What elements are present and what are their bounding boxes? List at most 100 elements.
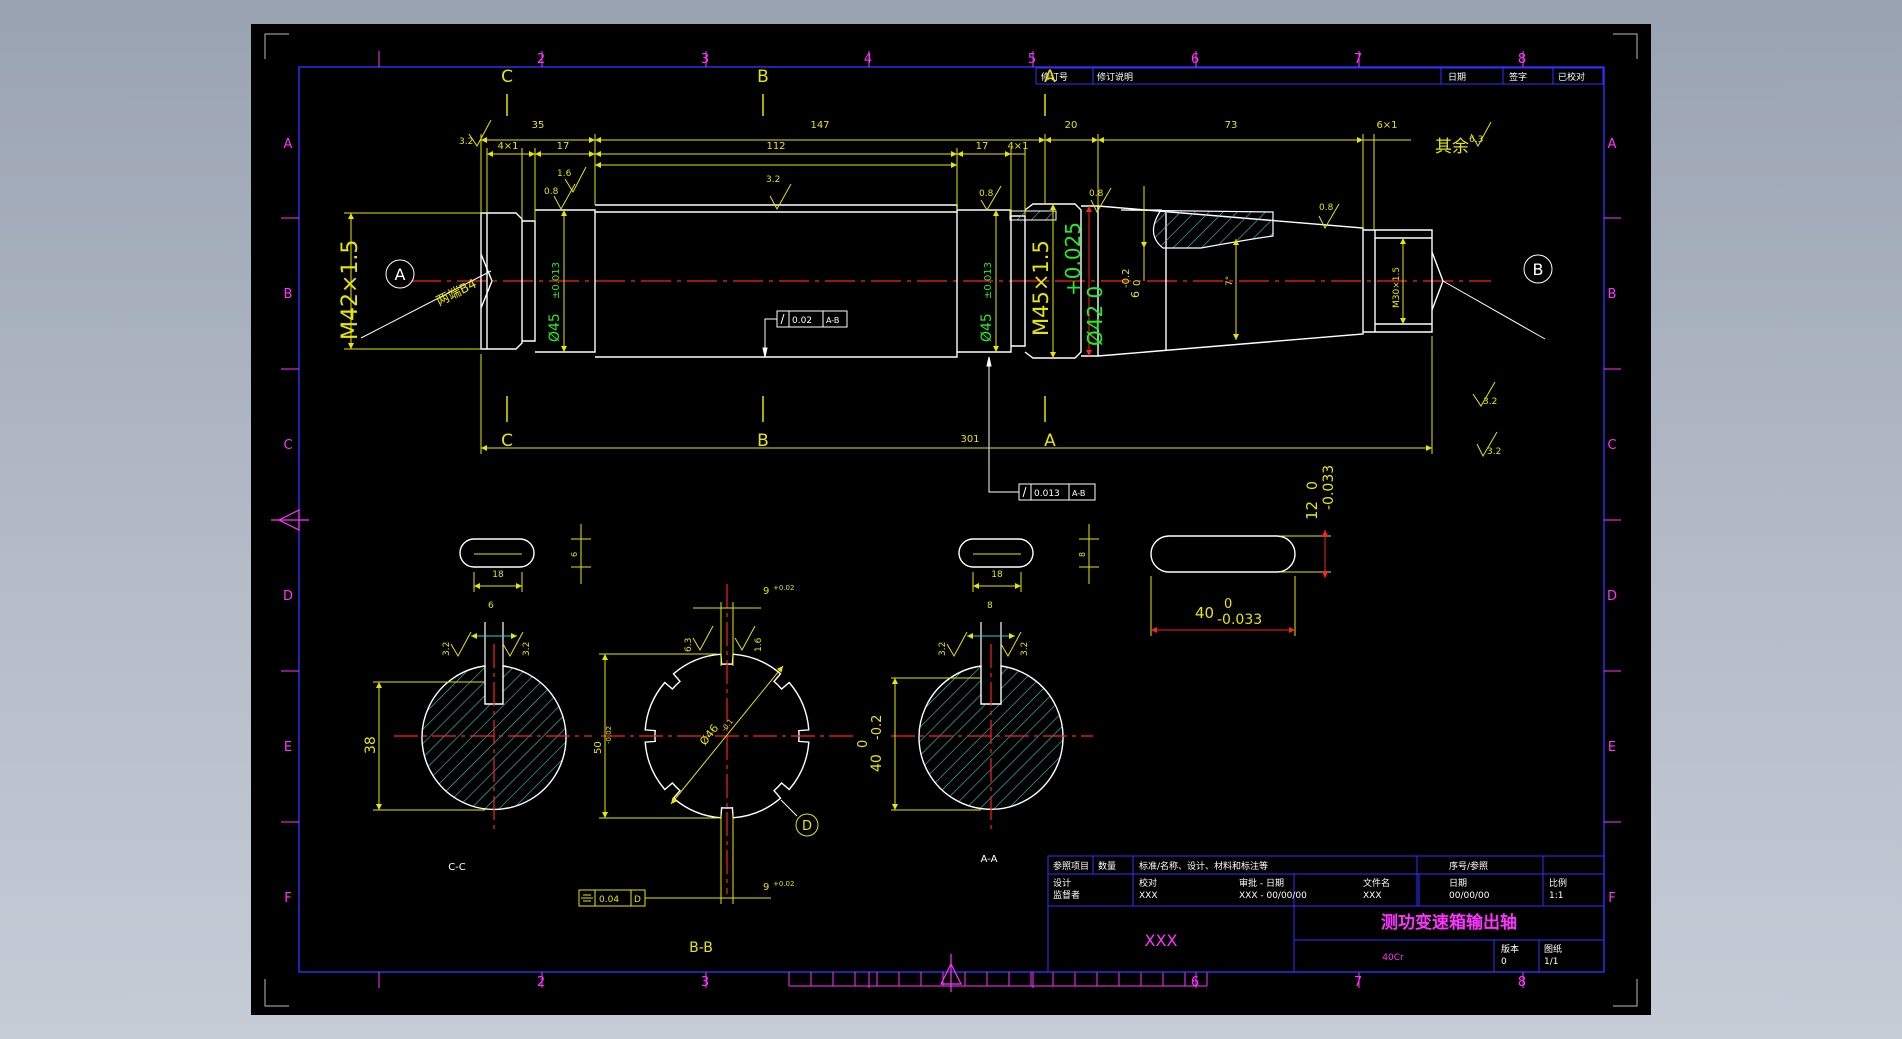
tol45-left: ±0.013 — [551, 262, 562, 299]
title-value: 0 — [1501, 957, 1507, 967]
dim-6x1: 6×1 — [1376, 120, 1397, 131]
section-label-bb: B-B — [689, 940, 713, 956]
spline-bottom-width: 9 — [763, 882, 769, 893]
roughness-3.2: 3.2 — [459, 137, 473, 147]
title-value: 日期 — [1449, 878, 1467, 889]
spline-width: 9 — [763, 586, 769, 597]
roughness-3.2: 3.2 — [1487, 447, 1501, 457]
dim-73: 73 — [1225, 120, 1238, 131]
symmetry-tolerance: 0.04 — [599, 895, 619, 905]
title-header: 数量 — [1098, 860, 1116, 872]
section-label-cc: C-C — [448, 862, 466, 873]
title-value: 00/00/00 — [1449, 891, 1490, 901]
dia42-lower: Ø42 0 — [1083, 286, 1107, 346]
crop-marks — [264, 33, 1638, 1007]
section-cc: 18 6 6 3.2 3.2 38 C-C — [363, 524, 592, 873]
title-row: 设计 — [1053, 877, 1071, 889]
title-header: 标准/名称、设计、材料和标注等 — [1139, 860, 1268, 872]
roughness-1.6: 1.6 — [754, 637, 764, 652]
taper-dim-zero: 0 — [1132, 280, 1143, 286]
roughness-6.3: 6.3 — [1469, 135, 1483, 145]
dim-20: 20 — [1065, 120, 1078, 131]
roughness-3.2: 3.2 — [766, 175, 780, 185]
revision-col: 签字 — [1509, 71, 1527, 83]
roughness-6.3: 6.3 — [684, 638, 694, 652]
runout-datum: A-B — [1072, 489, 1085, 498]
drawing-frame — [298, 66, 1605, 973]
symmetry-datum: D — [634, 895, 641, 905]
dim-4x1-left: 4×1 — [497, 141, 518, 152]
row-label: A — [284, 137, 293, 152]
section-marker-c: C — [501, 67, 513, 87]
taper-angle: 7° — [1225, 276, 1235, 286]
col-label: 2 — [537, 52, 545, 67]
tol42-upper: +0.025 — [1061, 222, 1085, 296]
section-depth: 40 — [869, 754, 885, 772]
title-value: 1:1 — [1549, 891, 1563, 901]
dim-4x1-right: 4×1 — [1007, 141, 1028, 152]
taper-dim-6: 6 — [1129, 291, 1142, 298]
roughness-3.2: 3.2 — [938, 642, 948, 656]
col-label: 3 — [701, 975, 709, 990]
dim-147: 147 — [810, 120, 829, 131]
col-label: 6 — [1191, 975, 1199, 990]
runout-datum: A-B — [826, 316, 839, 325]
key-length-tol: -0.033 — [1217, 612, 1262, 628]
key-width-zero: 0 — [1305, 481, 1321, 490]
frame-ticks — [281, 51, 1621, 988]
thread-m45-label: M45×1.5 — [1029, 240, 1053, 336]
title-row: 校对 — [1139, 877, 1157, 889]
dia45-left: Ø45 — [547, 313, 563, 342]
spline-minor-dia: Ø46 — [697, 722, 721, 748]
thread-m42-label: M42×1.5 — [338, 240, 363, 340]
spline-major-tol: -0.02 — [605, 726, 613, 744]
shaft-main-view: 35 147 20 73 6×1 4×1 17 112 17 4×1 3.2 0… — [338, 119, 1553, 501]
spline-bottom-tol: +0.02 — [773, 880, 794, 888]
title-block: 参照项目 数量 标准/名称、设计、材料和标注等 序号/参照 设计 监督者 校对 … — [1047, 855, 1605, 973]
title-value: 1/1 — [1544, 957, 1558, 967]
section-depth-tol: -0.2 — [870, 715, 885, 740]
section-depth-zero: 0 — [856, 740, 871, 748]
section-depth: 38 — [363, 736, 379, 754]
title-row: 图纸 — [1544, 943, 1562, 955]
title-value: XXX - 00/00/00 — [1239, 891, 1307, 901]
key-length-zero: 0 — [1224, 597, 1232, 612]
row-label: B — [1608, 287, 1617, 302]
section-bb: Ø46 -0.1 50 -0.02 9 +0.02 9 +0.02 6.3 1.… — [578, 584, 853, 956]
revision-col: 修订说明 — [1097, 71, 1133, 83]
section-markers: C B A C B A — [501, 67, 1056, 451]
col-label: 8 — [1518, 975, 1526, 990]
key-width: 8 — [987, 601, 993, 611]
revision-col: 日期 — [1448, 72, 1466, 83]
col-label: 2 — [537, 975, 545, 990]
title-row: 比例 — [1549, 877, 1567, 889]
spline-minor-tol: -0.1 — [720, 718, 735, 734]
key-length-40: 40 — [1195, 604, 1214, 622]
roughness-3.2: 3.2 — [442, 642, 452, 656]
dim-112: 112 — [766, 141, 785, 152]
thread-m30-label: M30×1.5 — [1392, 267, 1402, 308]
key-detail: 12 0 -0.033 40 0 -0.033 — [1150, 465, 1337, 636]
title-row: 版本 — [1501, 943, 1519, 955]
row-label: C — [1607, 438, 1616, 453]
roughness-1.6: 1.6 — [557, 169, 572, 179]
title-row: 监督者 — [1053, 889, 1080, 901]
dim-35: 35 — [532, 120, 545, 131]
slot-length: 18 — [991, 570, 1003, 580]
row-label: F — [1608, 891, 1615, 906]
section-marker-a: A — [1044, 67, 1056, 87]
roughness-3.2: 3.2 — [1020, 642, 1030, 656]
tol45-right: ±0.013 — [983, 262, 994, 299]
dim-301: 301 — [960, 434, 979, 445]
col-label: 8 — [1518, 52, 1526, 67]
section-marker-b: B — [757, 67, 769, 87]
roughness-0.8: 0.8 — [544, 187, 559, 197]
runout-tolerance: 0.02 — [792, 316, 812, 326]
roughness-3.2: 3.2 — [522, 642, 532, 656]
roughness-0.8: 0.8 — [1089, 189, 1104, 199]
col-label: 4 — [864, 52, 872, 67]
title-value: XXX — [1139, 891, 1158, 901]
title-header: 参照项目 — [1053, 860, 1089, 872]
remaining-label: 其余 — [1435, 137, 1469, 157]
title-value: XXX — [1363, 891, 1382, 901]
